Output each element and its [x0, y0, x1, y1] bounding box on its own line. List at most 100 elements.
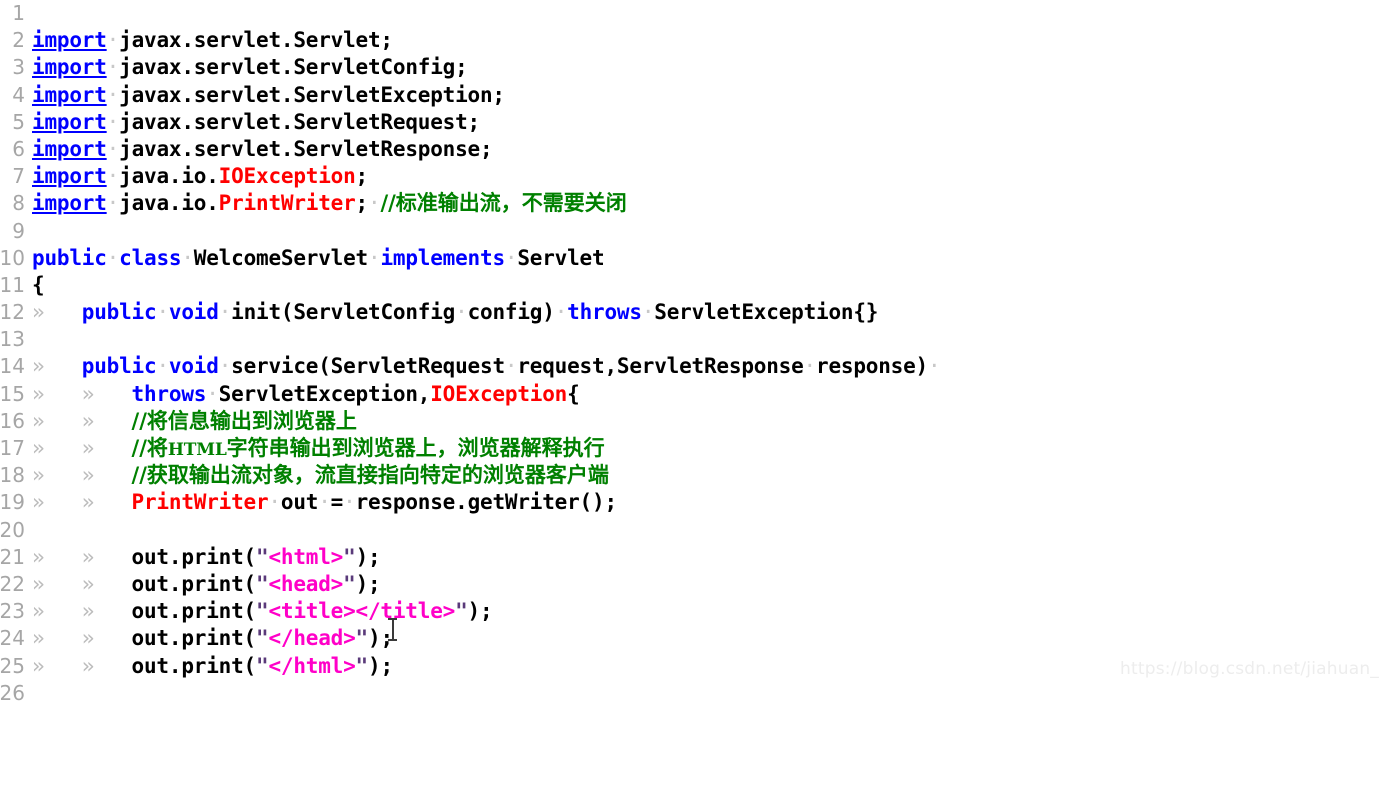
- code-token: );: [368, 626, 393, 651]
- string-literal: <title></title>: [268, 599, 456, 624]
- line-content: import·javax.servlet.ServletResponse;: [32, 136, 493, 163]
- code-token: init(ServletConfig: [231, 300, 456, 325]
- code-line[interactable]: 13: [0, 326, 1387, 353]
- comment-suffix: 字符串输出到浏览器上，浏览器解释执行: [226, 436, 605, 460]
- type-printwriter: PrintWriter: [131, 490, 269, 515]
- comment-prefix: //将: [131, 436, 168, 460]
- code-line[interactable]: 22 » » out.print("<head>");: [0, 571, 1387, 598]
- keyword-import: import: [32, 55, 107, 80]
- code-line[interactable]: 17 » » //将HTML字符串输出到浏览器上，浏览器解释执行: [0, 435, 1387, 462]
- line-number: 5: [12, 109, 25, 134]
- line-number: 2: [12, 28, 25, 53]
- code-line[interactable]: 14 » public·void·service(ServletRequest·…: [0, 353, 1387, 380]
- line-number: 9: [12, 218, 25, 243]
- code-line[interactable]: 5 import·javax.servlet.ServletRequest;: [0, 109, 1387, 136]
- code-line[interactable]: 1: [0, 0, 1387, 27]
- code-token: java.io.: [119, 164, 219, 189]
- code-token: out.print(: [131, 626, 257, 651]
- code-line[interactable]: 11 {: [0, 272, 1387, 299]
- code-line[interactable]: 16 » » //将信息输出到浏览器上: [0, 408, 1387, 435]
- code-line[interactable]: 21 » » out.print("<html>");: [0, 544, 1387, 571]
- code-token: javax.servlet.ServletRequest;: [119, 109, 480, 134]
- line-number: 8: [12, 191, 25, 216]
- space-dot: ·: [554, 300, 568, 325]
- code-token: javax.servlet.ServletException;: [119, 82, 505, 107]
- code-token: java.io.: [119, 191, 219, 216]
- line-number: 10: [0, 245, 25, 270]
- keyword-implements: implements: [380, 245, 505, 270]
- keyword-import: import: [32, 82, 107, 107]
- tab-marker: » »: [32, 463, 132, 488]
- watermark: https://blog.csdn.net/jiahuan_: [1120, 659, 1379, 679]
- quote-open: ": [255, 653, 269, 678]
- code-line[interactable]: 4 import·javax.servlet.ServletException;: [0, 82, 1387, 109]
- code-token: out.print(: [131, 653, 257, 678]
- tab-marker: »: [32, 300, 82, 325]
- code-line[interactable]: 9: [0, 218, 1387, 245]
- code-line[interactable]: 6 import·javax.servlet.ServletResponse;: [0, 136, 1387, 163]
- quote-close: ": [455, 599, 468, 624]
- space-dot: ·: [928, 354, 941, 379]
- brace-open: {: [567, 381, 580, 406]
- tab-marker: » »: [32, 571, 132, 596]
- code-token: service(ServletRequest: [231, 354, 505, 379]
- space-dot: ·: [156, 300, 169, 325]
- code-line[interactable]: 26: [0, 680, 1387, 707]
- keyword-import: import: [32, 28, 107, 53]
- code-line[interactable]: 3 import·javax.servlet.ServletConfig;: [0, 54, 1387, 81]
- code-line[interactable]: 18 » » //获取输出流对象，流直接指向特定的浏览器客户端: [0, 462, 1387, 489]
- string-literal: </head>: [268, 626, 356, 651]
- line-number: 19: [0, 490, 25, 515]
- line-content: » » throws·ServletException,IOException{: [32, 381, 580, 408]
- code-token: javax.servlet.ServletResponse;: [119, 136, 493, 161]
- code-line[interactable]: 7 import·java.io.IOException;: [0, 163, 1387, 190]
- line-number: 13: [0, 327, 25, 352]
- space-dot: ·: [504, 354, 518, 379]
- line-content: » » //将信息输出到浏览器上: [32, 408, 357, 435]
- tab-marker: » »: [32, 653, 132, 678]
- space-dot: ·: [106, 245, 120, 270]
- code-line[interactable]: 24 » » out.print("</head>");: [0, 625, 1387, 652]
- code-line[interactable]: 15 » » throws·ServletException,IOExcepti…: [0, 381, 1387, 408]
- line-content: » » out.print("<head>");: [32, 571, 381, 598]
- code-token: javax.servlet.ServletConfig;: [119, 55, 468, 80]
- space-dot: ·: [156, 354, 169, 379]
- code-line[interactable]: 8 import·java.io.PrintWriter;·//标准输出流，不需…: [0, 190, 1387, 217]
- line-number: 21: [0, 544, 25, 569]
- code-editor-pane[interactable]: 1 2 import·javax.servlet.Servlet; 3 impo…: [0, 0, 1387, 705]
- keyword-class: class: [119, 245, 182, 270]
- brace-open: {: [32, 272, 45, 297]
- code-line[interactable]: 19 » » PrintWriter·out·=·response.getWri…: [0, 489, 1387, 516]
- code-token: javax.servlet.Servlet;: [119, 28, 393, 53]
- code-line[interactable]: 2 import·javax.servlet.Servlet;: [0, 27, 1387, 54]
- quote-close: ": [343, 571, 356, 596]
- line-content: import·javax.servlet.ServletConfig;: [32, 54, 468, 81]
- keyword-throws: throws: [131, 381, 207, 406]
- line-content: import·javax.servlet.Servlet;: [32, 27, 393, 54]
- line-content: import·javax.servlet.ServletException;: [32, 82, 505, 109]
- line-number: 22: [0, 571, 25, 596]
- code-token: out.print(: [131, 599, 257, 624]
- line-number: 25: [0, 653, 25, 678]
- space-dot: ·: [106, 136, 120, 161]
- keyword-import: import: [32, 136, 107, 161]
- line-number: 14: [0, 354, 25, 379]
- comment-line: //获取输出流对象，流直接指向特定的浏览器客户端: [131, 463, 609, 488]
- line-content: » public·void·service(ServletRequest·req…: [32, 353, 941, 380]
- keyword-import: import: [32, 109, 107, 134]
- code-line[interactable]: 23 » » out.print("<title></title>");: [0, 598, 1387, 625]
- line-number: 23: [0, 599, 25, 624]
- code-line[interactable]: 20: [0, 517, 1387, 544]
- code-line[interactable]: 12 » public·void·init(ServletConfig·conf…: [0, 299, 1387, 326]
- line-content: import·javax.servlet.ServletRequest;: [32, 109, 480, 136]
- code-line[interactable]: 10 public·class·WelcomeServlet·implement…: [0, 245, 1387, 272]
- line-number: 20: [0, 517, 25, 542]
- space-dot: ·: [106, 82, 120, 107]
- code-token: );: [467, 599, 493, 624]
- string-literal: </html>: [268, 653, 356, 678]
- line-number: 15: [0, 381, 25, 406]
- space-dot: ·: [268, 490, 281, 515]
- line-number: 24: [0, 626, 25, 651]
- quote-open: ": [255, 571, 269, 596]
- string-literal: <html>: [268, 544, 344, 569]
